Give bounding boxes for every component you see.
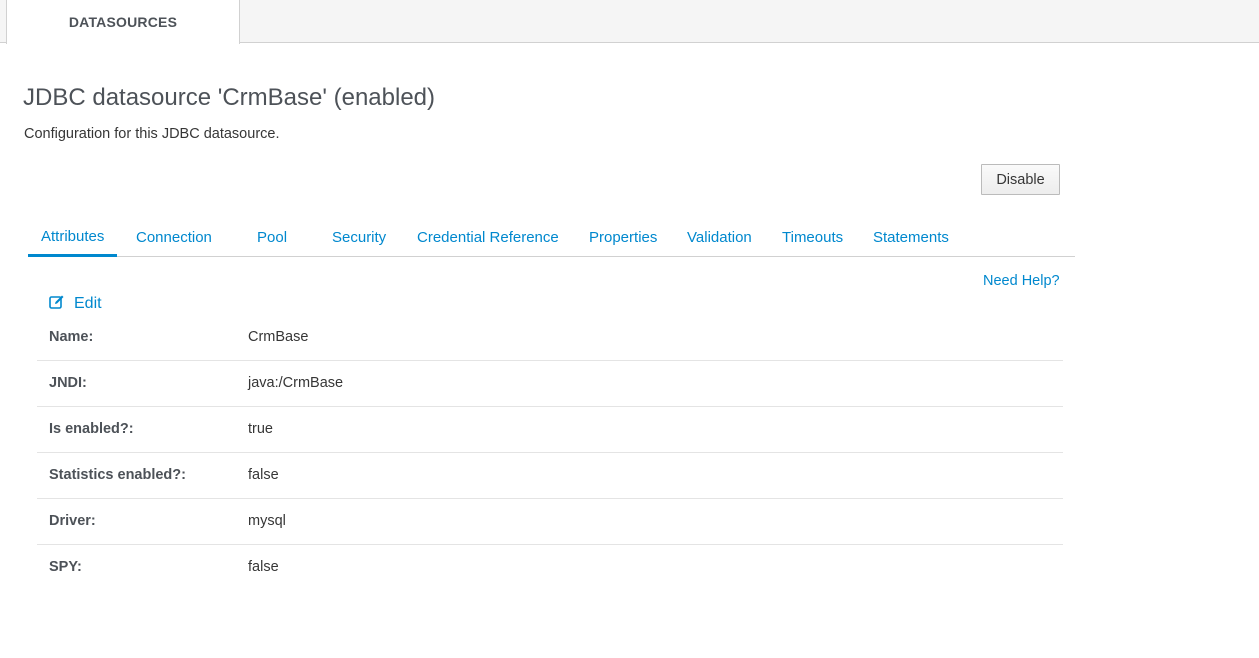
edit-label: Edit (74, 295, 102, 312)
tab-timeouts[interactable]: Timeouts (782, 220, 843, 257)
table-row: Statistics enabled?: false (37, 453, 1063, 499)
need-help-link[interactable]: Need Help? (983, 273, 1060, 289)
page-title: JDBC datasource 'CrmBase' (enabled) (23, 84, 436, 111)
attribute-label: SPY: (49, 559, 82, 575)
tab-statements[interactable]: Statements (873, 220, 949, 257)
tab-security[interactable]: Security (332, 220, 386, 257)
table-row: JNDI: java:/CrmBase (37, 361, 1063, 407)
attribute-label: Name: (49, 329, 94, 345)
pencil-square-icon (49, 294, 74, 315)
edit-link[interactable]: Edit (49, 294, 102, 314)
attribute-value: CrmBase (248, 329, 309, 345)
tab-connection[interactable]: Connection (136, 220, 212, 257)
tab-validation[interactable]: Validation (687, 220, 752, 257)
table-row: Driver: mysql (37, 499, 1063, 545)
page-description: Configuration for this JDBC datasource. (24, 126, 280, 142)
tab-datasources[interactable]: DATASOURCES (6, 0, 240, 44)
table-row: Is enabled?: true (37, 407, 1063, 453)
attribute-label: Driver: (49, 513, 96, 529)
top-tab-bar: DATASOURCES (0, 0, 1259, 44)
tab-pool[interactable]: Pool (257, 220, 287, 257)
tab-attributes[interactable]: Attributes (28, 220, 118, 257)
attribute-label: JNDI: (49, 375, 87, 391)
attributes-table: Name: CrmBase JNDI: java:/CrmBase Is ena… (37, 315, 1063, 591)
attribute-value: false (248, 559, 279, 575)
table-row: SPY: false (37, 545, 1063, 591)
disable-button[interactable]: Disable (981, 164, 1060, 195)
attribute-value: true (248, 421, 273, 437)
tab-credential-reference[interactable]: Credential Reference (417, 220, 559, 257)
attribute-label: Is enabled?: (49, 421, 134, 437)
table-row: Name: CrmBase (37, 315, 1063, 361)
attribute-label: Statistics enabled?: (49, 467, 186, 483)
attribute-tabs: Attributes Connection Pool Security Cred… (28, 220, 1075, 257)
attribute-value: java:/CrmBase (248, 375, 344, 391)
attribute-value: mysql (248, 513, 286, 529)
tab-properties[interactable]: Properties (589, 220, 657, 257)
attribute-value: false (248, 467, 279, 483)
